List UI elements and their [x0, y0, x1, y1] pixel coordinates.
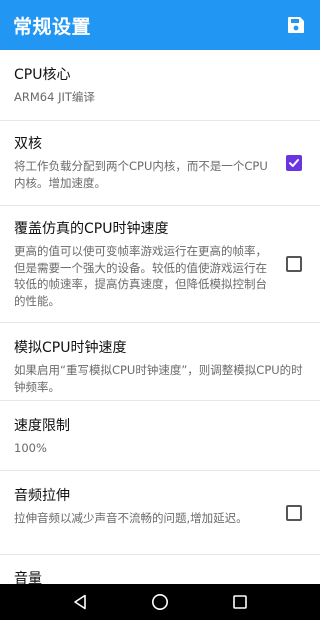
setting-dual-core[interactable]: 双核 将工作负载分配到两个CPU内核，而不是一个CPU内核。增加速度。 — [0, 121, 320, 206]
setting-title: 音频拉伸 — [14, 488, 70, 504]
setting-title: 速度限制 — [14, 418, 70, 434]
save-icon — [288, 17, 304, 33]
setting-summary: 更高的值可以使可变帧率游戏运行在更高的帧率，但是需要一个强大的设备。较低的值使游… — [14, 244, 267, 308]
override-cpu-clock-checkbox[interactable] — [286, 256, 302, 272]
setting-summary: 如果启用“重写模拟CPU时钟速度”，则调整模拟CPU的时钟频率。 — [14, 363, 303, 394]
setting-emulated-cpu-clock[interactable]: 模拟CPU时钟速度 如果启用“重写模拟CPU时钟速度”，则调整模拟CPU的时钟频… — [0, 323, 320, 401]
recents-icon — [233, 595, 247, 609]
audio-stretch-checkbox[interactable] — [286, 505, 302, 521]
home-button[interactable] — [150, 592, 170, 612]
checkmark-icon — [289, 159, 299, 167]
settings-list: CPU核心 ARM64 JIT编译 双核 将工作负载分配到两个CPU内核，而不是… — [0, 50, 320, 584]
setting-title: 模拟CPU时钟速度 — [14, 340, 127, 356]
system-nav-bar — [0, 584, 320, 620]
home-icon — [152, 594, 168, 610]
setting-summary: 拉伸音频以减少声音不流畅的问题,增加延迟。 — [14, 511, 248, 525]
back-button[interactable] — [70, 592, 90, 612]
screen: 常规设置 CPU核心 ARM64 JIT编译 双核 将工作负载分配到两个CPU内… — [0, 0, 320, 620]
setting-audio-stretch[interactable]: 音频拉伸 拉伸音频以减少声音不流畅的问题,增加延迟。 — [0, 471, 320, 555]
setting-summary: 100% — [14, 441, 47, 455]
setting-speed-limit[interactable]: 速度限制 100% — [0, 401, 320, 471]
setting-override-cpu-clock[interactable]: 覆盖仿真的CPU时钟速度 更高的值可以使可变帧率游戏运行在更高的帧率，但是需要一… — [0, 206, 320, 323]
save-button[interactable] — [284, 13, 308, 37]
setting-title: 双核 — [14, 136, 42, 152]
setting-title: 音量 — [14, 571, 42, 584]
setting-title: 覆盖仿真的CPU时钟速度 — [14, 221, 169, 237]
app-bar: 常规设置 — [0, 0, 320, 50]
dual-core-checkbox[interactable] — [286, 155, 302, 171]
setting-title: CPU核心 — [14, 67, 71, 83]
setting-summary: ARM64 JIT编译 — [14, 90, 95, 104]
setting-cpu-core[interactable]: CPU核心 ARM64 JIT编译 — [0, 50, 320, 121]
setting-summary: 将工作负载分配到两个CPU内核，而不是一个CPU内核。增加速度。 — [14, 159, 268, 190]
back-icon — [74, 594, 86, 610]
page-title: 常规设置 — [13, 15, 92, 38]
setting-volume[interactable]: 音量 — [0, 555, 320, 584]
recents-button[interactable] — [230, 592, 250, 612]
